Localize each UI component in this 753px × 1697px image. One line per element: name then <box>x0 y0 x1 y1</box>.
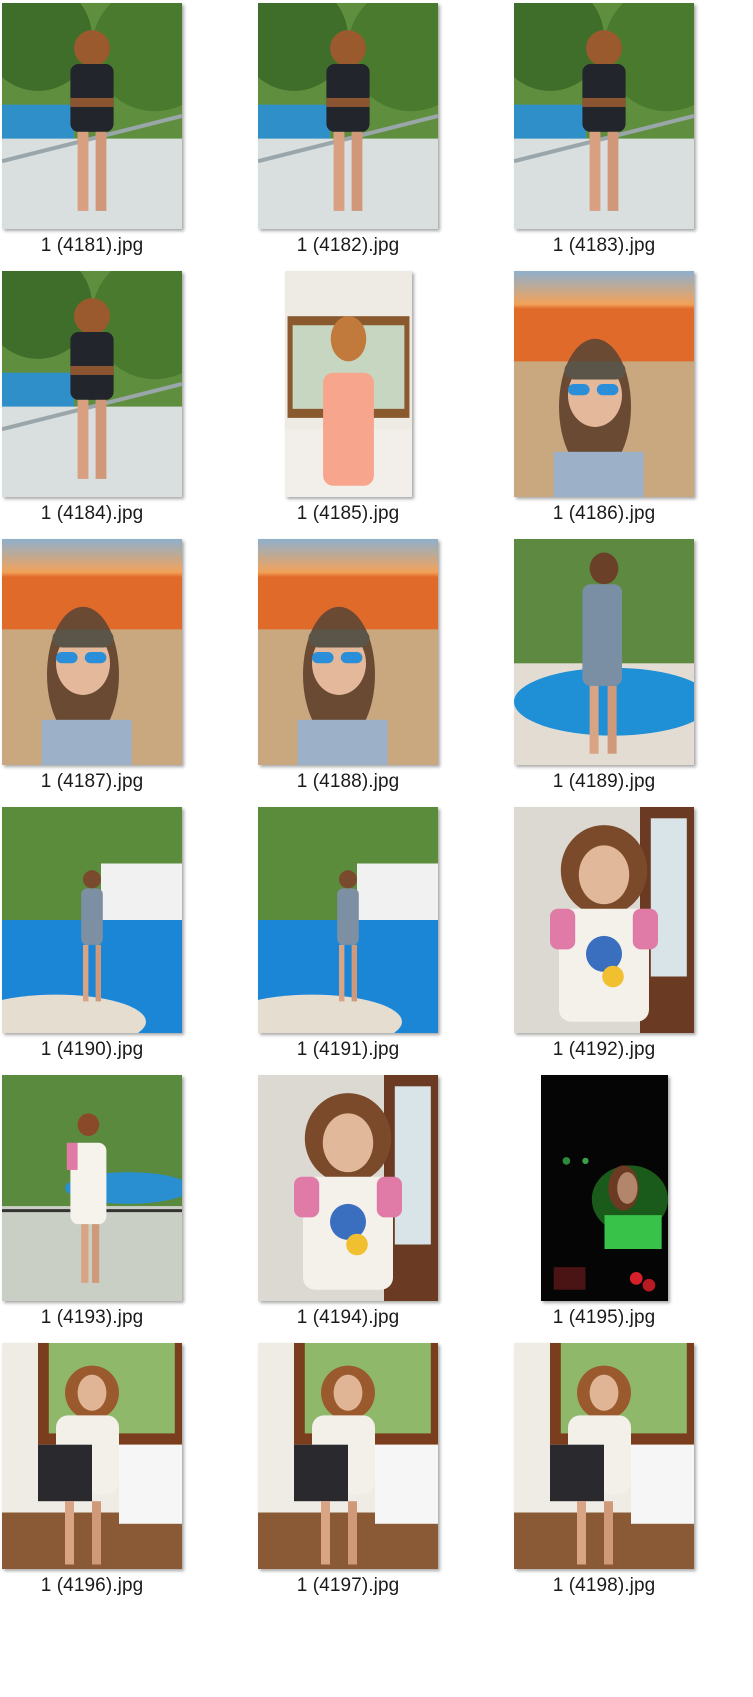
file-thumbnail-grid: 1 (4181).jpg 1 (4182).jpg 1 (4183).jpg 1 (4… <box>0 0 753 1697</box>
thumbnail-frame <box>258 539 438 765</box>
file-name-label[interactable]: 1 (4187).jpg <box>0 771 202 793</box>
file-thumbnail-item[interactable]: 1 (4193).jpg <box>2 1075 182 1343</box>
thumbnail-frame <box>2 807 182 1033</box>
file-thumbnail-item[interactable]: 1 (4188).jpg <box>258 539 438 807</box>
thumbnail-frame <box>2 3 182 229</box>
photo-thumbnail-image[interactable] <box>258 1075 438 1301</box>
file-name-label[interactable]: 1 (4190).jpg <box>0 1039 202 1061</box>
file-name-label[interactable]: 1 (4197).jpg <box>238 1575 458 1597</box>
file-name-label[interactable]: 1 (4183).jpg <box>494 235 714 257</box>
file-thumbnail-item[interactable]: 1 (4186).jpg <box>514 271 694 539</box>
photo-thumbnail-image[interactable] <box>2 3 182 229</box>
photo-thumbnail-image[interactable] <box>258 539 438 765</box>
photo-thumbnail-image[interactable] <box>2 539 182 765</box>
thumbnail-frame <box>258 3 438 229</box>
photo-thumbnail-image[interactable] <box>258 807 438 1033</box>
photo-thumbnail-image[interactable] <box>514 271 694 497</box>
file-name-label[interactable]: 1 (4182).jpg <box>238 235 458 257</box>
file-name-label[interactable]: 1 (4196).jpg <box>0 1575 202 1597</box>
file-name-label[interactable]: 1 (4189).jpg <box>494 771 714 793</box>
file-thumbnail-item[interactable]: 1 (4191).jpg <box>258 807 438 1075</box>
file-name-label[interactable]: 1 (4198).jpg <box>494 1575 714 1597</box>
file-thumbnail-item[interactable]: 1 (4181).jpg <box>2 3 182 271</box>
file-thumbnail-item[interactable]: 1 (4183).jpg <box>514 3 694 271</box>
thumbnail-frame <box>514 3 694 229</box>
file-thumbnail-item[interactable]: 1 (4190).jpg <box>2 807 182 1075</box>
photo-thumbnail-image[interactable] <box>258 1343 438 1569</box>
thumbnail-frame <box>514 1075 694 1301</box>
file-thumbnail-item[interactable]: 1 (4197).jpg <box>258 1343 438 1611</box>
file-name-label[interactable]: 1 (4181).jpg <box>0 235 202 257</box>
thumbnail-frame <box>514 271 694 497</box>
thumbnail-frame <box>258 807 438 1033</box>
thumbnail-frame <box>2 1343 182 1569</box>
file-name-label[interactable]: 1 (4193).jpg <box>0 1307 202 1329</box>
thumbnail-frame <box>258 1343 438 1569</box>
file-name-label[interactable]: 1 (4186).jpg <box>494 503 714 525</box>
photo-thumbnail-image[interactable] <box>514 3 694 229</box>
file-thumbnail-item[interactable]: 1 (4189).jpg <box>514 539 694 807</box>
thumbnail-frame <box>2 1075 182 1301</box>
photo-thumbnail-image[interactable] <box>2 807 182 1033</box>
photo-thumbnail-image[interactable] <box>258 3 438 229</box>
thumbnail-frame <box>2 539 182 765</box>
file-thumbnail-item[interactable]: 1 (4194).jpg <box>258 1075 438 1343</box>
photo-thumbnail-image[interactable] <box>2 1343 182 1569</box>
photo-thumbnail-image[interactable] <box>514 539 694 765</box>
file-thumbnail-item[interactable]: 1 (4185).jpg <box>258 271 438 539</box>
thumbnail-frame <box>258 271 438 497</box>
file-thumbnail-item[interactable]: 1 (4184).jpg <box>2 271 182 539</box>
thumbnail-frame <box>514 1343 694 1569</box>
file-name-label[interactable]: 1 (4185).jpg <box>238 503 458 525</box>
photo-thumbnail-image[interactable] <box>540 1075 668 1301</box>
thumbnail-frame <box>2 271 182 497</box>
thumbnail-frame <box>258 1075 438 1301</box>
photo-thumbnail-image[interactable] <box>2 1075 182 1301</box>
file-name-label[interactable]: 1 (4194).jpg <box>238 1307 458 1329</box>
photo-thumbnail-image[interactable] <box>2 271 182 497</box>
file-thumbnail-item[interactable]: 1 (4187).jpg <box>2 539 182 807</box>
file-thumbnail-item[interactable]: 1 (4198).jpg <box>514 1343 694 1611</box>
thumbnail-frame <box>514 807 694 1033</box>
photo-thumbnail-image[interactable] <box>284 271 412 497</box>
file-name-label[interactable]: 1 (4192).jpg <box>494 1039 714 1061</box>
thumbnail-frame <box>514 539 694 765</box>
file-thumbnail-item[interactable]: 1 (4196).jpg <box>2 1343 182 1611</box>
file-thumbnail-item[interactable]: 1 (4192).jpg <box>514 807 694 1075</box>
file-name-label[interactable]: 1 (4191).jpg <box>238 1039 458 1061</box>
file-thumbnail-item[interactable]: 1 (4182).jpg <box>258 3 438 271</box>
file-thumbnail-item[interactable]: 1 (4195).jpg <box>514 1075 694 1343</box>
file-name-label[interactable]: 1 (4195).jpg <box>494 1307 714 1329</box>
file-name-label[interactable]: 1 (4188).jpg <box>238 771 458 793</box>
file-name-label[interactable]: 1 (4184).jpg <box>0 503 202 525</box>
photo-thumbnail-image[interactable] <box>514 807 694 1033</box>
photo-thumbnail-image[interactable] <box>514 1343 694 1569</box>
